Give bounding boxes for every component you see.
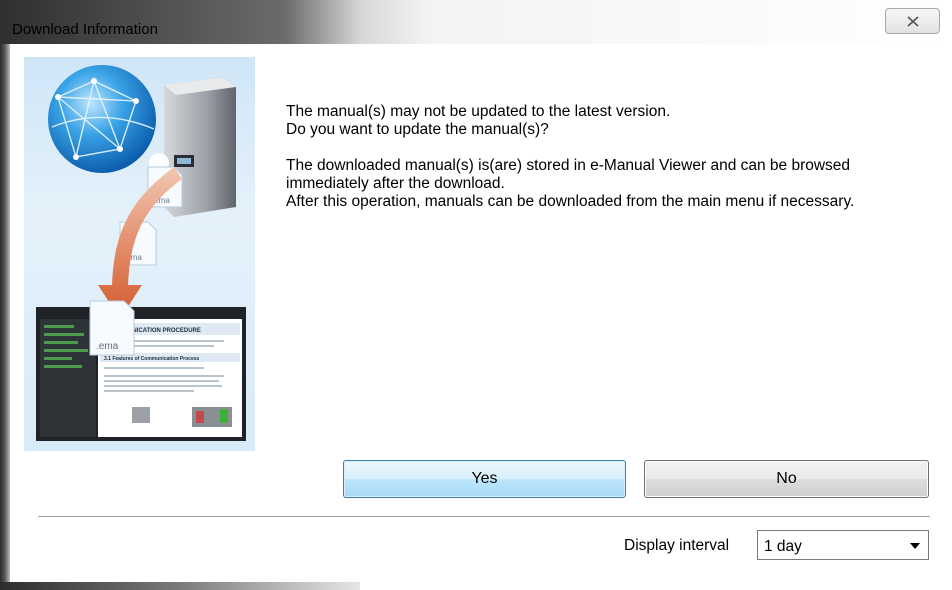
window-title: Download Information <box>12 21 158 38</box>
display-interval-select[interactable]: 1 day <box>757 530 929 560</box>
file-icon: .ema <box>89 300 135 356</box>
viewer-screenshot: 3 COMMUNICATION PROCEDURE 3.1 Features o… <box>36 307 246 441</box>
display-interval-label: Display interval <box>624 537 730 554</box>
globe-icon <box>48 65 156 173</box>
divider <box>38 516 930 517</box>
window-bottom-shadow <box>0 582 360 590</box>
title-bar[interactable]: Download Information <box>0 0 952 44</box>
message-line: The manual(s) may not be updated to the … <box>286 103 671 120</box>
message-line: Do you want to update the manual(s)? <box>286 121 549 138</box>
message-line: The downloaded manual(s) is(are) stored … <box>286 157 851 174</box>
message-line: After this operation, manuals can be dow… <box>286 193 855 210</box>
svg-text:3.1 Features of Communication: 3.1 Features of Communication Process <box>104 356 200 362</box>
close-icon <box>906 15 919 27</box>
chevron-down-icon <box>910 543 920 549</box>
close-button[interactable] <box>885 8 940 34</box>
download-illustration: .ema .ema 3 COMMUNICATION PROCEDURE 3.1 … <box>24 57 255 451</box>
window-left-border <box>0 44 10 590</box>
no-button[interactable]: No <box>644 460 929 498</box>
message-text: The manual(s) may not be updated to the … <box>286 103 946 211</box>
message-line: immediately after the download. <box>286 175 505 192</box>
svg-text:.ema: .ema <box>96 341 119 352</box>
display-interval-value: 1 day <box>764 538 802 555</box>
yes-button[interactable]: Yes <box>343 460 626 498</box>
